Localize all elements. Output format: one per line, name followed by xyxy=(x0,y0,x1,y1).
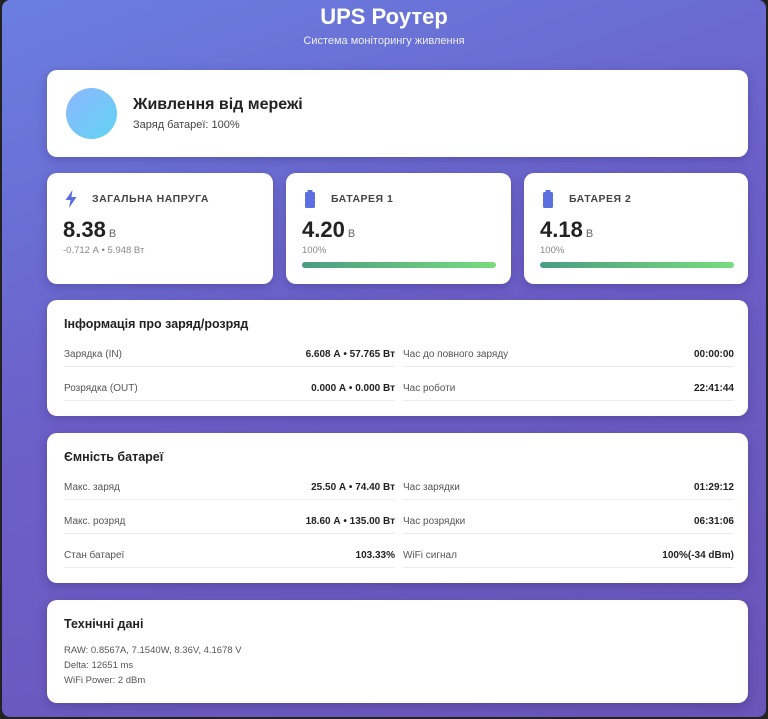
row-label: Час роботи xyxy=(403,383,456,394)
metric-label: БАТАРЕЯ 1 xyxy=(331,193,394,205)
metric-number: 4.18 xyxy=(540,217,583,242)
metric-subtext: -0.712 А • 5.948 Вт xyxy=(63,245,145,256)
metric-number: 4.20 xyxy=(302,217,345,242)
row-value: 22:41:44 xyxy=(693,383,734,394)
row-value: 6.608 А • 57.765 Вт xyxy=(305,349,395,360)
metric-unit: В xyxy=(347,228,356,240)
info-row: Макс. заряд 25.50 А • 74.40 Вт xyxy=(64,480,395,500)
battery-level-bar xyxy=(302,262,496,268)
row-value: 25.50 А • 74.40 Вт xyxy=(311,482,395,493)
battery-icon xyxy=(543,190,553,208)
row-value: 18.60 А • 135.00 Вт xyxy=(305,516,395,527)
tech-line: RAW: 0.8567A, 7.1540W, 8.36V, 4.1678 V xyxy=(64,645,242,656)
info-row: Час розрядки 06:31:06 xyxy=(403,514,734,534)
info-row: WiFi сигнал 100%(-34 dBm) xyxy=(403,548,734,568)
power-status-card: Живлення від мережі Заряд батареї: 100% xyxy=(47,70,748,157)
row-value: 06:31:06 xyxy=(693,516,734,527)
battery-icon xyxy=(305,190,315,208)
section-title: Технічні дані xyxy=(64,617,144,631)
row-value: 00:00:00 xyxy=(693,349,734,360)
row-value: 100%(-34 dBm) xyxy=(662,550,734,561)
metric-label: ЗАГАЛЬНА НАПРУГА xyxy=(92,193,210,205)
battery-2-card: БАТАРЕЯ 2 4.18 В 100% xyxy=(524,173,748,284)
total-voltage-card: ЗАГАЛЬНА НАПРУГА 8.38 В -0.712 А • 5.948 … xyxy=(47,173,273,284)
battery-level-fill xyxy=(302,262,496,268)
row-label: Час розрядки xyxy=(403,516,466,527)
metric-unit: В xyxy=(108,228,117,240)
app-window: UPS Роутер Система моніторингу живлення … xyxy=(2,0,766,717)
row-label: WiFi сигнал xyxy=(403,550,457,561)
metric-subtext: 100% xyxy=(540,245,565,256)
power-status-indicator-icon xyxy=(66,88,117,139)
battery-1-card: БАТАРЕЯ 1 4.20 В 100% xyxy=(286,173,511,284)
info-row: Час зарядки 01:29:12 xyxy=(403,480,734,500)
info-row: Розрядка (OUT) 0.000 А • 0.000 Вт xyxy=(64,381,395,401)
info-row: Зарядка (IN) 6.608 А • 57.765 Вт xyxy=(64,347,395,367)
info-row: Час роботи 22:41:44 xyxy=(403,381,734,401)
technical-data-card: Технічні дані RAW: 0.8567A, 7.1540W, 8.3… xyxy=(47,600,748,703)
row-label: Зарядка (IN) xyxy=(64,349,122,360)
battery-level-bar xyxy=(540,262,734,268)
metric-value: 4.20 В xyxy=(302,217,355,243)
row-label: Макс. розряд xyxy=(64,516,126,527)
info-row: Час до повного заряду 00:00:00 xyxy=(403,347,734,367)
page-subtitle: Система моніторингу живлення xyxy=(303,35,465,47)
metric-unit: В xyxy=(585,228,594,240)
battery-capacity-card: Ємність батареї Макс. заряд 25.50 А • 74… xyxy=(47,433,748,583)
tech-line: WiFi Power: 2 dBm xyxy=(64,675,146,686)
page-title: UPS Роутер xyxy=(320,4,448,29)
row-label: Стан батареї xyxy=(64,550,125,561)
row-value: 103.33% xyxy=(355,550,395,561)
section-title: Інформація про заряд/розряд xyxy=(64,317,249,331)
info-row: Макс. розряд 18.60 А • 135.00 Вт xyxy=(64,514,395,534)
row-label: Розрядка (OUT) xyxy=(64,383,138,394)
battery-charge-text: Заряд батареї: 100% xyxy=(133,119,240,131)
metric-value: 4.18 В xyxy=(540,217,593,243)
row-value: 01:29:12 xyxy=(693,482,734,493)
power-status-title: Живлення від мережі xyxy=(133,96,303,113)
metric-value: 8.38 В xyxy=(63,217,116,243)
metric-label: БАТАРЕЯ 2 xyxy=(569,193,632,205)
metric-subtext: 100% xyxy=(302,245,327,256)
info-row: Стан батареї 103.33% xyxy=(64,548,395,568)
row-label: Час зарядки xyxy=(403,482,460,493)
row-label: Час до повного заряду xyxy=(403,349,509,360)
section-title: Ємність батареї xyxy=(64,450,164,464)
row-label: Макс. заряд xyxy=(64,482,120,493)
battery-level-fill xyxy=(540,262,734,268)
charge-info-card: Інформація про заряд/розряд Зарядка (IN)… xyxy=(47,300,748,416)
metric-number: 8.38 xyxy=(63,217,106,242)
lightning-icon xyxy=(65,190,77,208)
row-value: 0.000 А • 0.000 Вт xyxy=(311,383,395,394)
tech-line: Delta: 12651 ms xyxy=(64,660,134,671)
